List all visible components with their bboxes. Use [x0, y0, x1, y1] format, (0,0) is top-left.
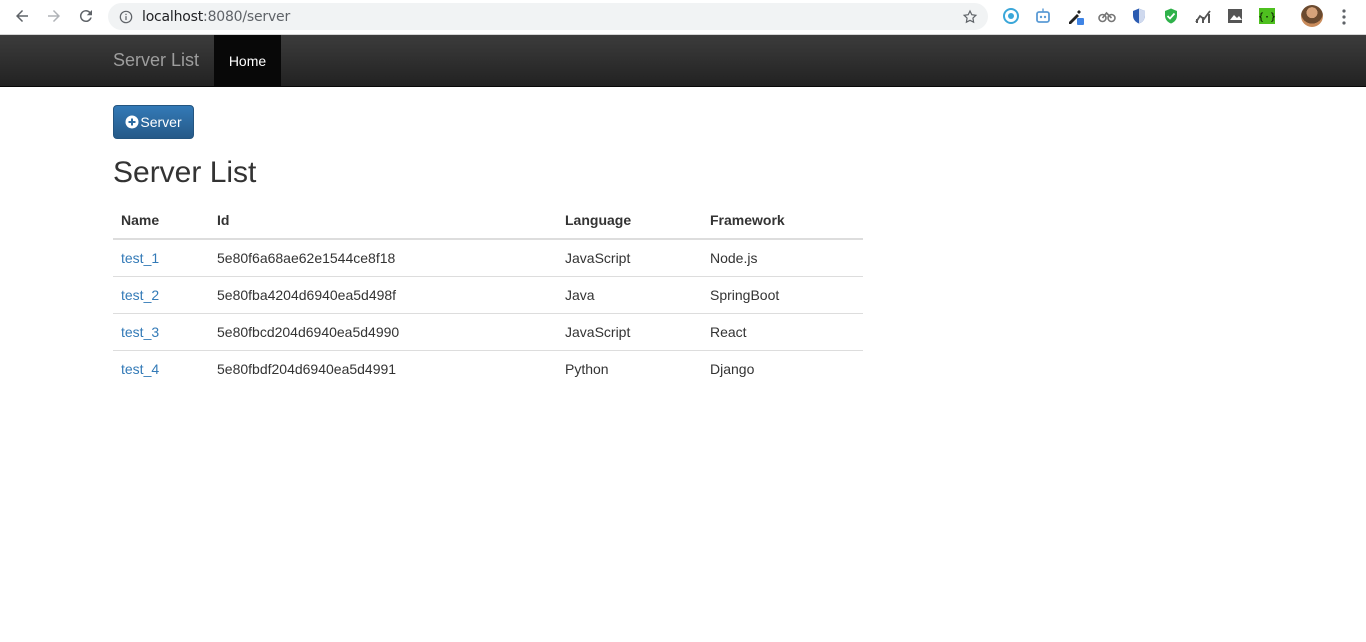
info-icon — [119, 10, 133, 23]
address-bar[interactable]: localhost:8080/server — [108, 3, 988, 30]
table-row: test_4 5e80fbdf204d6940ea5d4991 Python D… — [113, 350, 863, 387]
reload-icon — [79, 10, 92, 23]
back-button[interactable] — [10, 4, 34, 28]
browser-toolbar: localhost:8080/server {·} — [0, 0, 1366, 35]
cell-id: 5e80fbdf204d6940ea5d4991 — [209, 350, 557, 387]
cell-framework: Django — [702, 350, 863, 387]
cell-name: test_1 — [113, 239, 209, 277]
image-icon[interactable] — [1226, 7, 1244, 25]
cell-id: 5e80fbcd204d6940ea5d4990 — [209, 313, 557, 351]
green-shield-icon[interactable] — [1162, 7, 1180, 25]
server-name-link[interactable]: test_3 — [121, 324, 159, 340]
url-text: localhost:8080/server — [142, 8, 291, 25]
page-title: Server List — [113, 156, 257, 189]
app-navbar: Server List Home — [0, 35, 1366, 87]
bike-icon[interactable] — [1098, 7, 1116, 25]
reload-button[interactable] — [74, 4, 98, 28]
cell-id: 5e80f6a68ae62e1544ce8f18 — [217, 250, 396, 266]
server-table: Name Id Language Framework test_1 5e80f6… — [113, 202, 863, 387]
eyedropper-icon[interactable] — [1066, 7, 1084, 25]
arrow-right-icon — [48, 10, 60, 22]
nav-home-link[interactable]: Home — [214, 35, 281, 86]
table-row: test_2 5e80fba4204d6940ea5d498f Java Spr… — [113, 276, 863, 314]
column-header-framework: Framework — [702, 202, 863, 240]
plus-circle-icon — [125, 115, 139, 129]
cell-language: JavaScript — [565, 250, 631, 266]
brackets-icon[interactable]: {·} — [1258, 7, 1276, 25]
cell-framework: Node.js — [710, 250, 758, 266]
column-header-language: Language — [557, 202, 702, 240]
svg-text:{·}: {·} — [1258, 12, 1276, 23]
add-server-label: Server — [140, 114, 182, 130]
shield-icon[interactable] — [1130, 7, 1148, 25]
column-header-id: Id — [209, 202, 557, 240]
navbar-brand[interactable]: Server List — [113, 50, 199, 71]
cell-name: test_2 — [113, 276, 209, 314]
compass-icon[interactable] — [1002, 7, 1020, 25]
server-name-link[interactable]: test_1 — [121, 250, 159, 266]
table-row: test_3 5e80fbcd204d6940ea5d4990 JavaScri… — [113, 313, 863, 351]
cell-language: JavaScript — [557, 313, 702, 351]
table-header-row: Name Id Language Framework — [113, 202, 863, 240]
cell-framework: React — [702, 313, 863, 351]
robot-icon[interactable] — [1034, 7, 1052, 25]
cell-id: 5e80fba4204d6940ea5d498f — [209, 276, 557, 314]
cell-name: test_3 — [113, 313, 209, 351]
cell-name: test_4 — [113, 350, 209, 387]
server-name-link[interactable]: test_4 — [121, 361, 159, 377]
more-menu-icon[interactable] — [1338, 8, 1350, 26]
bookmark-star-icon[interactable] — [962, 9, 978, 25]
cell-language: Java — [557, 276, 702, 314]
add-server-button[interactable]: Server — [113, 105, 194, 139]
forward-button[interactable] — [42, 4, 66, 28]
arrow-left-icon — [16, 10, 28, 22]
column-header-name: Name — [113, 202, 209, 240]
chart-icon[interactable] — [1194, 7, 1212, 25]
cell-language: Python — [557, 350, 702, 387]
server-name-link[interactable]: test_2 — [121, 287, 159, 303]
profile-avatar[interactable] — [1301, 5, 1323, 27]
cell-framework: SpringBoot — [702, 276, 863, 314]
table-row: test_1 5e80f6a68ae62e1544ce8f18 JavaScri… — [113, 239, 863, 277]
